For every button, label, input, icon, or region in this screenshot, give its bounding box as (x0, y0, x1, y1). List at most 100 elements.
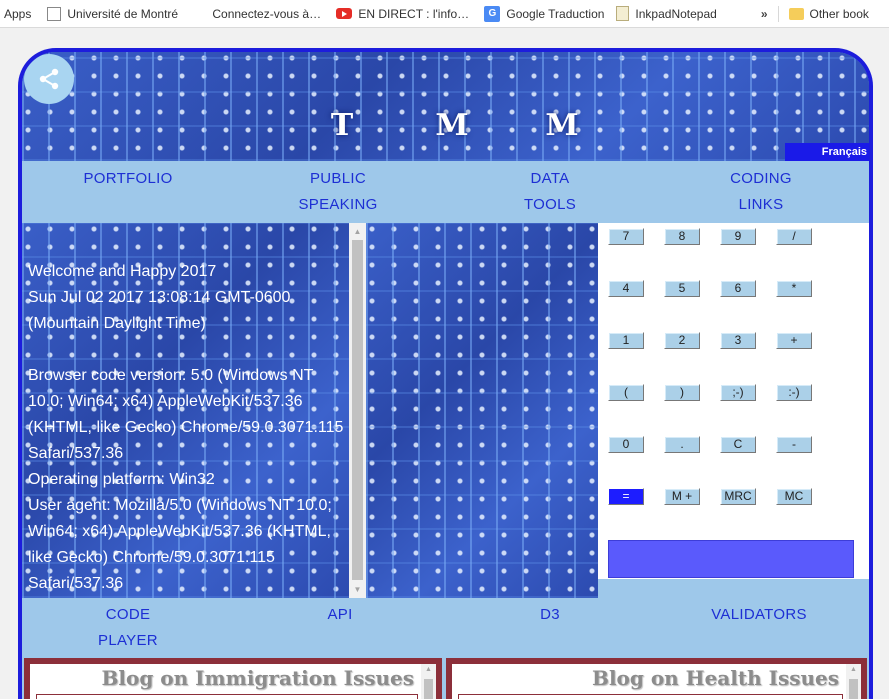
bookmarks-divider (777, 5, 779, 22)
nav-label: CODE (105, 606, 151, 623)
greeting-text: Welcome and Happy 2017 (28, 263, 217, 280)
bookmark-en-direct[interactable]: EN DIRECT : l'info inte (330, 0, 478, 27)
blog-scrollbar[interactable]: ▲ (846, 664, 861, 699)
nav-label: SPEAKING (298, 196, 378, 213)
calc-key-0[interactable]: 0 (608, 436, 644, 453)
calc-key-3[interactable]: 3 (720, 332, 756, 349)
blog-title: Blog on Immigration Issues (101, 666, 414, 690)
blog-section: Blog on Immigration Issues ▲ Blog on Hea… (22, 658, 869, 699)
scroll-thumb[interactable] (352, 240, 363, 580)
nav-label: PUBLIC (310, 170, 366, 187)
calc-key-memory-add[interactable]: M + (664, 488, 700, 505)
nav-validators[interactable]: VALIDATORS (689, 602, 829, 628)
nav-label: API (327, 606, 353, 623)
calc-key-equals[interactable]: = (608, 488, 644, 505)
logo-letter: T (330, 108, 354, 143)
calc-key-1[interactable]: 1 (608, 332, 644, 349)
bookmark-google-traduction[interactable]: G Google Traduction (478, 0, 610, 27)
scroll-up-icon[interactable]: ▲ (349, 223, 366, 240)
calc-key-close-paren[interactable]: ) (664, 384, 700, 401)
calc-key-7[interactable]: 7 (608, 228, 644, 245)
bookmark-label: EN DIRECT : l'info inte (358, 6, 473, 21)
nav-label: PORTFOLIO (83, 170, 173, 187)
scroll-thumb[interactable] (849, 679, 858, 699)
microsoft-icon (191, 6, 206, 21)
platform-text: Operating platform: Win32 (28, 471, 215, 488)
blog-content-frame (458, 694, 843, 699)
scroll-up-icon[interactable]: ▲ (846, 666, 861, 673)
browser-info-panel: Welcome and Happy 2017 Sun Jul 02 2017 1… (22, 223, 349, 598)
calc-key-memory-clear[interactable]: MC (776, 488, 812, 505)
calc-key-4[interactable]: 4 (608, 280, 644, 297)
nav-d3[interactable]: D3 (480, 602, 620, 628)
calc-key-minus[interactable]: - (776, 436, 812, 453)
bookmark-universite-montreal[interactable]: Université de Montré (41, 0, 185, 27)
nav-data-tools[interactable]: DATA TOOLS (480, 166, 620, 218)
language-button[interactable]: Français (785, 143, 869, 161)
blog-frame[interactable]: Blog on Health Issues ▲ (452, 664, 861, 699)
bottom-nav: CODE PLAYER API D3 VALIDATORS (22, 598, 869, 658)
scroll-up-icon[interactable]: ▲ (421, 666, 436, 673)
nav-api[interactable]: API (270, 602, 410, 628)
bookmark-label: Other book (809, 6, 869, 21)
bookmarks-bar: Apps Université de Montré Connectez-vous… (0, 0, 889, 28)
google-translate-icon: G (484, 5, 501, 22)
calc-key-plus[interactable]: + (776, 332, 812, 349)
bookmark-inkpad[interactable]: InkpadNotepad (610, 0, 722, 27)
nav-label: LINKS (738, 196, 784, 213)
nav-public-speaking[interactable]: PUBLIC SPEAKING (268, 166, 408, 218)
calc-key-multiply[interactable]: * (776, 280, 812, 297)
calc-key-open-paren[interactable]: ( (608, 384, 644, 401)
nav-coding-links[interactable]: CODING LINKS (691, 166, 831, 218)
timezone-text: (Mountain Daylight Time) (28, 315, 206, 332)
nav-label: CODING (730, 170, 792, 187)
calc-key-5[interactable]: 5 (664, 280, 700, 297)
calc-display[interactable] (608, 540, 854, 578)
nav-label: DATA (530, 170, 570, 187)
site-header: T M M Français (22, 52, 869, 161)
circuit-background-panel (366, 223, 598, 598)
logo-letter: M (545, 108, 579, 143)
scroll-down-icon[interactable]: ▼ (349, 581, 366, 598)
calc-key-smile[interactable]: :-) (776, 384, 812, 401)
info-scrollbar[interactable]: ▲ ▼ (349, 223, 366, 598)
user-agent-text: User agent: Mozilla/5.0 (Windows NT 10.0… (28, 497, 332, 592)
blog-panel-immigration: Blog on Immigration Issues ▲ (24, 658, 442, 699)
top-nav: PORTFOLIO PUBLIC SPEAKING DATA TOOLS COD… (22, 161, 869, 223)
inkpad-icon (616, 6, 630, 21)
logo-letter: M (435, 108, 469, 143)
nav-portfolio[interactable]: PORTFOLIO (58, 166, 198, 192)
blog-frame[interactable]: Blog on Immigration Issues ▲ (30, 664, 436, 699)
calc-key-9[interactable]: 9 (720, 228, 756, 245)
nav-label: TOOLS (523, 196, 577, 213)
page-frame: T M M Français PORTFOLIO PUBLIC SPEAKING… (18, 48, 873, 699)
nav-label: D3 (540, 606, 560, 623)
scroll-thumb[interactable] (424, 679, 433, 699)
calc-key-8[interactable]: 8 (664, 228, 700, 245)
blog-title: Blog on Health Issues (592, 666, 839, 690)
site-logo[interactable]: T M M (322, 108, 582, 143)
blog-scrollbar[interactable]: ▲ (421, 664, 436, 699)
calc-key-6[interactable]: 6 (720, 280, 756, 297)
udem-icon (47, 6, 62, 21)
bookmark-connectez-vous[interactable]: Connectez-vous à vo (185, 0, 330, 27)
browser-info-text: Welcome and Happy 2017 Sun Jul 02 2017 1… (28, 259, 346, 597)
bookmark-apps[interactable]: Apps (0, 0, 41, 27)
bookmark-label: InkpadNotepad (635, 6, 717, 21)
bookmarks-overflow-button[interactable]: » (755, 7, 774, 21)
folder-icon (788, 7, 804, 20)
share-button[interactable] (24, 54, 74, 104)
calc-key-decimal[interactable]: . (664, 436, 700, 453)
bookmark-apps-label: Apps (4, 6, 32, 21)
calc-key-clear[interactable]: C (720, 436, 756, 453)
nav-code-player[interactable]: CODE PLAYER (58, 602, 198, 654)
bookmark-other[interactable]: Other book (783, 0, 875, 27)
calc-key-2[interactable]: 2 (664, 332, 700, 349)
youtube-icon (336, 8, 353, 19)
calc-key-wink[interactable]: ;-) (720, 384, 756, 401)
date-text: Sun Jul 02 2017 13:08:14 GMT-0600 (28, 289, 291, 306)
calc-key-divide[interactable]: / (776, 228, 812, 245)
bookmark-label: Université de Montré (67, 6, 179, 21)
calc-key-memory-recall[interactable]: MRC (720, 488, 756, 505)
blog-panel-health: Blog on Health Issues ▲ (446, 658, 867, 699)
